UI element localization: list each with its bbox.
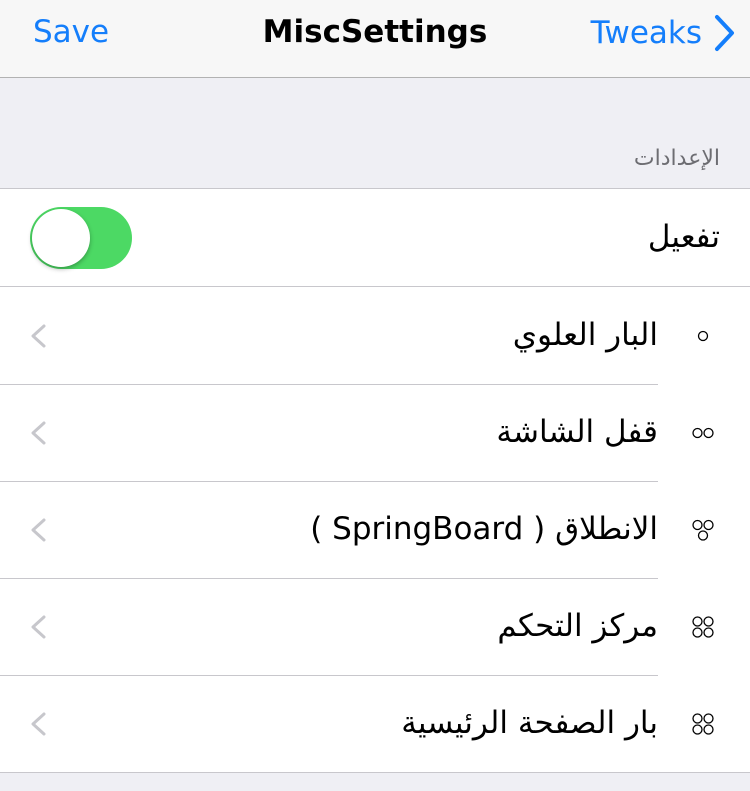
four-circles-icon (692, 616, 714, 638)
two-circles-icon (692, 427, 714, 439)
chevron-left-icon (31, 324, 46, 348)
three-circles-icon (692, 519, 714, 541)
list-item-label: قفل الشاشة (496, 414, 658, 450)
chevron-left-icon (31, 421, 46, 445)
chevron-left-icon (31, 712, 46, 736)
chevron-left-icon (31, 615, 46, 639)
list-item-springboard[interactable]: الانطلاق ( SpringBoard ) (0, 481, 750, 579)
list-item-label: بار الصفحة الرئيسية (401, 705, 658, 741)
four-circles-icon (692, 713, 714, 735)
section-header: الإعدادات (633, 146, 720, 171)
list-item-control-center[interactable]: مركز التحكم (0, 578, 750, 676)
list-item-lock-screen[interactable]: قفل الشاشة (0, 384, 750, 482)
list-item-home-bar[interactable]: بار الصفحة الرئيسية (0, 675, 750, 772)
enable-label: تفعيل (647, 219, 720, 255)
list-item-label: مركز التحكم (497, 608, 658, 644)
tweaks-button[interactable]: Tweaks (591, 14, 736, 52)
toggle-knob (32, 209, 90, 267)
chevron-right-icon (715, 15, 734, 51)
chevron-left-icon (31, 518, 46, 542)
list-item-label: البار العلوي (512, 317, 658, 353)
navigation-bar: Save MiscSettings Tweaks (0, 0, 750, 78)
enable-row: تفعيل (0, 189, 750, 287)
one-circle-icon (697, 330, 709, 342)
settings-list: تفعيل البار العلوي قفل الشاشة الانطلاق (… (0, 188, 750, 773)
tweaks-button-label: Tweaks (590, 15, 702, 51)
list-item-status-bar[interactable]: البار العلوي (0, 287, 750, 385)
enable-toggle[interactable] (30, 207, 132, 269)
list-item-label: الانطلاق ( SpringBoard ) (310, 511, 658, 547)
